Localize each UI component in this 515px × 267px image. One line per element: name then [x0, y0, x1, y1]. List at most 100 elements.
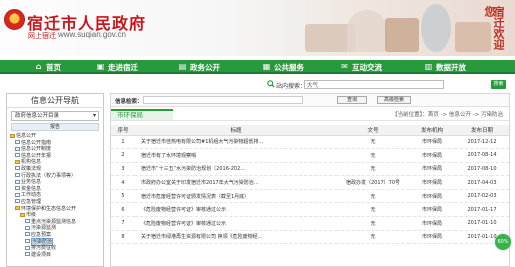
search-label: 站内搜索：	[276, 83, 307, 90]
catalog-select[interactable]: 政府信息公开目录	[11, 111, 99, 121]
tree-item[interactable]: 市级	[10, 212, 103, 219]
tree-item[interactable]: 应急预案	[10, 232, 103, 239]
tree-item[interactable]: 信息公开	[10, 133, 103, 140]
tree-item-label: 行政执法（权力事项等）	[21, 172, 77, 179]
advanced-search-button[interactable]: 高级检索	[377, 96, 411, 104]
tree-item-label: 信息公开	[16, 133, 37, 139]
national-emblem-icon	[4, 9, 25, 30]
row-num: 5	[111, 189, 135, 204]
row-num: 7	[111, 216, 135, 231]
tree-item[interactable]: 重点污染源监测信息	[10, 219, 103, 226]
row-num: 6	[111, 202, 135, 218]
table-row[interactable]: 3 宿迁市“十三五”水污染防治规划（2016-202... 无市环保局 2017-08…	[111, 162, 509, 177]
tree-item[interactable]: 业务信息	[10, 179, 103, 186]
table-row[interactable]: 7 《危险废物经营许可证》审核通过公示无市环保局 2017-01-10	[111, 216, 509, 231]
nav-home[interactable]: ⌂ 首页	[34, 60, 61, 74]
data-icon: ▥	[424, 62, 433, 71]
tree-item[interactable]: 应急管理	[10, 199, 103, 206]
table-row[interactable]: 4 市政府办公室关于印发宿迁市2017年大气污染防治... 宿政办发（2017）70…	[111, 175, 509, 190]
row-title[interactable]: 宿迁市危废经营许可证颁发情况表（截至1月底）	[135, 189, 337, 204]
tree-item[interactable]: 建设项目	[10, 252, 103, 259]
nav-about[interactable]: ▣ 走进宿迁	[96, 60, 138, 74]
document-icon	[25, 245, 30, 250]
row-date: 2017-01-10	[455, 216, 509, 231]
info-search-label: 信息检索：	[115, 99, 143, 105]
tree-item[interactable]: 政策法规	[10, 166, 103, 173]
nav-public-service[interactable]: ▦ 公共服务	[262, 60, 304, 74]
row-publisher: 市环保局	[409, 189, 455, 204]
progress-badge[interactable]: 60%	[495, 234, 511, 250]
row-publisher: 市环保局	[409, 148, 455, 163]
row-num: 8	[111, 230, 135, 245]
tree-item-label: 排污费征收	[31, 245, 57, 252]
sidebar-nav: 信息公开导航 政府信息公开目录 报告 信息公开信息公开指南信息公开制度信息公开年…	[6, 93, 104, 267]
table-row[interactable]: 1 关于宿迁市佳热电有限公司#1机组大气污染物超低排... 无市环保局 2017-12…	[111, 135, 509, 150]
info-search-bar: 信息检索： 查询 高级检索	[111, 94, 509, 107]
row-title[interactable]: 《危险废物经营许可证》审核通过公示	[135, 202, 337, 218]
tree-item[interactable]: 工作动态	[10, 192, 103, 199]
row-publisher: 市环保局	[409, 175, 455, 190]
row-title[interactable]: 关于宿迁市绿港再生资源有限公司 换领《危险废物经...	[135, 230, 337, 245]
row-title[interactable]: 《危险废物经营许可证》审核通过公示	[135, 216, 337, 231]
tree-item[interactable]: 环境保护和生态信息公开	[10, 206, 103, 213]
table-header: 序号 标题 文号 发布机构 发布日期	[111, 125, 509, 136]
row-title[interactable]: 市政府办公室关于印发宿迁市2017年大气污染防治...	[135, 175, 337, 190]
col-title: 标题	[135, 125, 337, 136]
query-button[interactable]: 查询	[337, 96, 367, 104]
row-title[interactable]: 宿迁市“十三五”水污染防治规划（2016-202...	[135, 162, 337, 177]
col-num: 序号	[111, 125, 135, 136]
tree-item-label: 资金信息	[21, 185, 42, 192]
folder-icon	[15, 206, 20, 211]
tree-item[interactable]: 信息公开制度	[10, 146, 103, 153]
main-nav: ⌂ 首页 ▣ 走进宿迁 ▤ 政务公开 ▦ 公共服务 ✉ 互动交流 ▥ 数据开放	[0, 60, 515, 74]
chat-icon: ✉	[341, 62, 348, 71]
row-date: 2017-08-10	[455, 162, 509, 177]
tree-item[interactable]: 污染源监测	[10, 225, 103, 232]
nav-interaction[interactable]: ✉ 互动交流	[340, 60, 382, 74]
tree-item-label: 信息公开制度	[21, 146, 52, 153]
row-date: 2017-01-17	[455, 202, 509, 218]
document-icon: ▤	[178, 62, 187, 71]
row-doc-number: 无	[337, 135, 409, 150]
info-search-input[interactable]	[143, 96, 303, 104]
document-icon	[25, 219, 30, 224]
document-icon	[15, 153, 20, 158]
row-title[interactable]: 宿迁市有了水环境观察哨	[135, 148, 337, 163]
table-row[interactable]: 5 宿迁市危废经营许可证颁发情况表（截至1月底）无市环保局 2017-02-03	[111, 189, 509, 204]
table-row[interactable]: 2 宿迁市有了水环境观察哨无市环保局 2017-08-14	[111, 148, 509, 163]
tree-item[interactable]: 污染防治	[10, 237, 103, 246]
tree-item[interactable]: 机构信息	[10, 159, 103, 166]
photo-icon: ▣	[96, 62, 105, 71]
table-row[interactable]: 6 《危险废物经营许可证》审核通过公示无市环保局 2017-01-17	[111, 202, 509, 218]
search-input[interactable]: 大气	[304, 80, 444, 89]
row-date: 2017-12-12	[455, 135, 509, 150]
col-date: 发布日期	[455, 125, 509, 136]
tree-item-label: 信息公开指南	[21, 139, 52, 146]
tree-item-label: 政策法规	[21, 165, 42, 172]
folder-icon	[10, 133, 15, 138]
section-header: 市环保局 【当前位置】：首页 -> 信息公开 -> 污染防治	[111, 107, 509, 121]
document-icon	[25, 232, 30, 237]
site-url: www.suqian.gov.cn	[58, 30, 126, 39]
catalog-tree: 信息公开 信息公开指南 信息公开制度 信息公开年报 机构信息 政策法规 行政执法（权力事项等…	[10, 133, 103, 258]
row-doc-number: 无	[337, 216, 409, 231]
row-publisher: 市环保局	[409, 230, 455, 245]
table-row[interactable]: 8 关于宿迁市绿港再生资源有限公司 换领《危险废物经... 无市环保局 2017-01…	[111, 230, 509, 245]
document-icon	[15, 166, 20, 171]
row-title[interactable]: 关于宿迁市佳热电有限公司#1机组大气污染物超低排...	[135, 135, 337, 150]
tree-item[interactable]: 排污费征收	[10, 245, 103, 252]
search-button[interactable]: 搜索	[491, 80, 506, 89]
main-content: 信息检索： 查询 高级检索 市环保局 【当前位置】：首页 -> 信息公开 -> …	[110, 93, 510, 267]
nav-open-data[interactable]: ▥ 数据开放	[424, 60, 466, 74]
tree-item-label: 工作动态	[21, 192, 42, 199]
report-tab[interactable]: 报告	[11, 123, 99, 131]
row-date: 2017-02-03	[455, 189, 509, 204]
nav-gov-affairs[interactable]: ▤ 政务公开	[178, 60, 220, 74]
section-tab[interactable]: 市环保局	[111, 109, 173, 120]
home-icon: ⌂	[35, 62, 42, 71]
row-date: 2017-04-03	[455, 175, 509, 190]
row-publisher: 市环保局	[409, 162, 455, 177]
tree-item-label: 市级	[26, 212, 37, 219]
welcome-calligraphy: 宿迁欢迎您	[483, 6, 505, 50]
row-num: 4	[111, 175, 135, 190]
